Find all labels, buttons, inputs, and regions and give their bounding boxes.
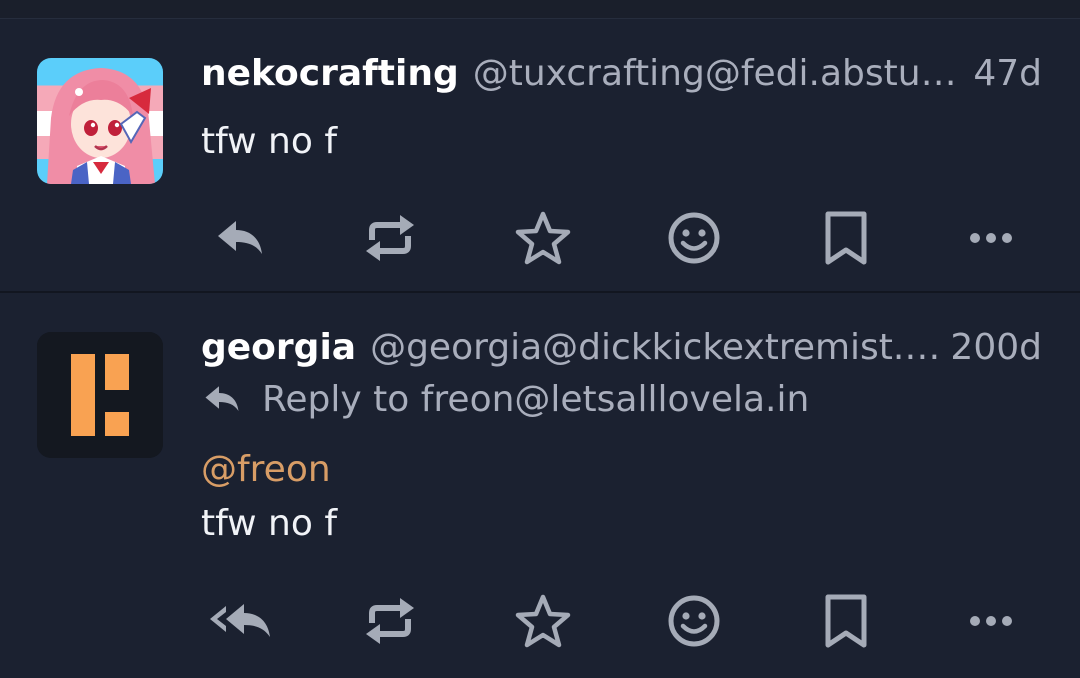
timeline-top-edge <box>0 0 1080 19</box>
post-time[interactable]: 200d <box>950 327 1042 368</box>
post-content: tfw no f <box>201 115 337 169</box>
emoji-react-icon <box>668 212 720 264</box>
status-post: georgia @georgia@dickkickextremist.xyz 2… <box>0 293 1080 678</box>
avatar[interactable] <box>37 58 163 184</box>
pleroma-logo-icon <box>37 332 163 458</box>
display-name[interactable]: georgia <box>201 327 356 368</box>
reply-to-label: Reply to freon@letsalllovela.in <box>262 378 810 420</box>
avatar[interactable] <box>37 332 163 458</box>
reply-all-icon <box>210 604 270 637</box>
post-actions <box>0 586 1080 656</box>
reply-button[interactable] <box>205 203 275 273</box>
user-handle[interactable]: @georgia@dickkickextremist.xyz <box>370 327 942 368</box>
boost-icon <box>366 215 414 261</box>
favourite-button[interactable] <box>508 203 578 273</box>
post-text: tfw no f <box>201 503 338 544</box>
boost-button[interactable] <box>355 586 425 656</box>
anime-girl-avatar-icon <box>37 58 163 184</box>
mention-link[interactable]: @freon <box>201 443 337 497</box>
emoji-react-button[interactable] <box>659 203 729 273</box>
emoji-react-icon <box>668 595 720 647</box>
more-button[interactable] <box>956 203 1026 273</box>
display-name[interactable]: nekocrafting <box>201 53 459 94</box>
emoji-react-button[interactable] <box>659 586 729 656</box>
bookmark-icon <box>825 211 867 265</box>
more-icon <box>970 616 1012 626</box>
post-time[interactable]: 47d <box>973 53 1042 94</box>
reply-all-button[interactable] <box>205 586 275 656</box>
reply-to-link[interactable]: Reply to freon@letsalllovela.in <box>204 377 809 421</box>
reply-icon <box>205 386 239 411</box>
more-icon <box>970 233 1012 243</box>
favourite-icon <box>515 594 571 648</box>
post-text: tfw no f <box>201 121 338 162</box>
post-header: georgia @georgia@dickkickextremist.xyz 2… <box>201 323 1042 371</box>
bookmark-button[interactable] <box>811 203 881 273</box>
reply-icon <box>218 221 262 254</box>
post-header: nekocrafting @tuxcrafting@fedi.absturzta… <box>201 49 1042 97</box>
favourite-button[interactable] <box>508 586 578 656</box>
user-handle[interactable]: @tuxcrafting@fedi.absturztau.be <box>473 53 966 94</box>
bookmark-button[interactable] <box>811 586 881 656</box>
boost-button[interactable] <box>355 203 425 273</box>
more-button[interactable] <box>956 586 1026 656</box>
status-post: nekocrafting @tuxcrafting@fedi.absturzta… <box>0 19 1080 291</box>
post-actions <box>0 203 1080 273</box>
boost-icon <box>366 598 414 644</box>
post-content: @freon tfw no f <box>201 443 337 551</box>
bookmark-icon <box>825 594 867 648</box>
favourite-icon <box>515 211 571 265</box>
